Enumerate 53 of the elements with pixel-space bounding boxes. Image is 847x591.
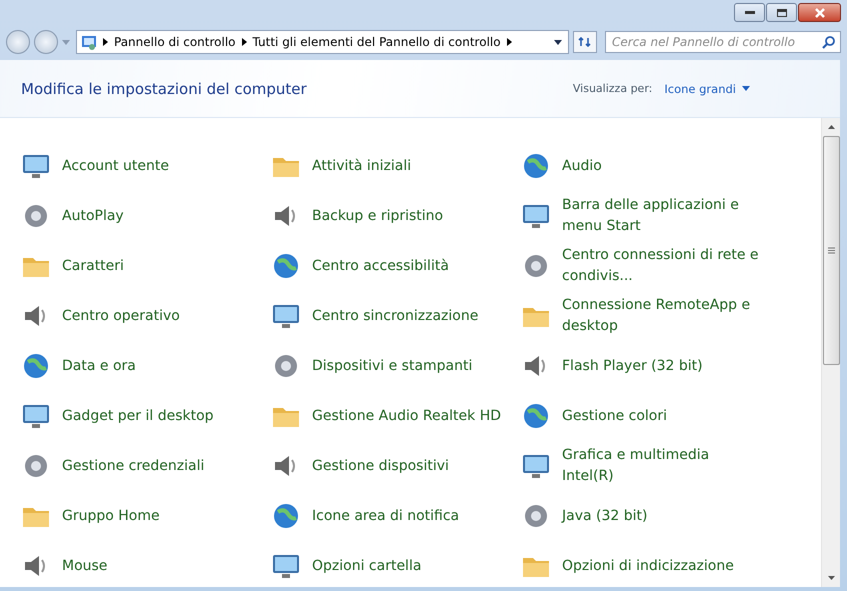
control-panel-link[interactable]: Backup e ripristino: [270, 191, 520, 241]
control-panel-link[interactable]: Centro connessioni di rete e condivis...: [520, 241, 770, 291]
maximize-button[interactable]: [766, 3, 797, 22]
breadcrumb-arrow-icon[interactable]: [242, 38, 247, 46]
control-panel-link[interactable]: Gestione credenziali: [20, 441, 270, 491]
breadcrumb-item[interactable]: Pannello di controllo: [114, 35, 236, 49]
scroll-down-icon[interactable]: [828, 576, 834, 580]
grip-icon[interactable]: [828, 247, 834, 254]
control-panel-link[interactable]: Gestione colori: [520, 391, 770, 441]
close-button[interactable]: [798, 3, 841, 22]
control-panel-link[interactable]: Gruppo Home: [20, 491, 270, 541]
search-icon[interactable]: [822, 36, 835, 48]
control-panel-link[interactable]: Opzioni di indicizzazione: [520, 541, 770, 587]
maximize-icon: [776, 8, 786, 16]
refresh-icon: [578, 36, 592, 48]
control-panel-link[interactable]: Caratteri: [20, 241, 270, 291]
caret-icon: [742, 86, 750, 91]
view-dropdown[interactable]: Icone grandi: [664, 82, 750, 96]
control-panel-link[interactable]: Attività iniziali: [270, 141, 520, 191]
breadcrumb-arrow-icon[interactable]: [103, 38, 108, 46]
control-panel-link[interactable]: Grafica e multimedia Intel(R): [520, 441, 770, 491]
close-icon: [814, 8, 826, 18]
control-panel-link[interactable]: Centro operativo: [20, 291, 270, 341]
breadcrumb-item[interactable]: Tutti gli elementi del Pannello di controllo: [252, 35, 501, 49]
dropdown-caret-icon[interactable]: [554, 40, 562, 44]
page-title: Modifica le impostazioni del computer: [21, 80, 308, 98]
control-panel-icon: [81, 34, 97, 50]
control-panel-link[interactable]: Gadget per il desktop: [20, 391, 270, 441]
address-bar[interactable]: Pannello di controllo Tutti gli elementi del Pannello di controllo: [76, 30, 569, 54]
scrollbar[interactable]: [821, 118, 840, 587]
control-panel-link[interactable]: Icone area di notifica: [270, 491, 520, 541]
control-panel-link[interactable]: Data e ora: [20, 341, 270, 391]
refresh-button[interactable]: [573, 31, 597, 53]
control-panel-link[interactable]: Barra delle applicazioni e menu Start: [520, 191, 770, 241]
breadcrumb-arrow-icon[interactable]: [506, 38, 512, 46]
search-field[interactable]: Cerca nel Pannello di controllo: [605, 31, 841, 53]
minimize-button[interactable]: [734, 3, 765, 22]
control-panel-link[interactable]: Java (32 bit): [520, 491, 770, 541]
control-panel-link[interactable]: Centro sincronizzazione: [270, 291, 520, 341]
control-panel-link[interactable]: Audio: [520, 141, 770, 191]
view-by-label: Visualizza per:: [572, 82, 652, 95]
control-panel-link[interactable]: Account utente: [20, 141, 270, 191]
control-panel-link[interactable]: Gestione dispositivi: [270, 441, 520, 491]
control-panel-link[interactable]: Dispositivi e stampanti: [270, 341, 520, 391]
control-panel-link[interactable]: Opzioni cartella: [270, 541, 520, 587]
control-panel-link[interactable]: Gestione Audio Realtek HD: [270, 391, 520, 441]
control-panel-link[interactable]: Centro accessibilità: [270, 241, 520, 291]
control-panel-link[interactable]: AutoPlay: [20, 191, 270, 241]
control-panel-link[interactable]: Connessione RemoteApp e desktop: [520, 291, 770, 341]
scroll-up-icon[interactable]: [828, 125, 834, 129]
control-panel-link[interactable]: Flash Player (32 bit): [520, 341, 770, 391]
minimize-icon: [744, 10, 754, 14]
control-panel-link[interactable]: Mouse: [20, 541, 270, 587]
